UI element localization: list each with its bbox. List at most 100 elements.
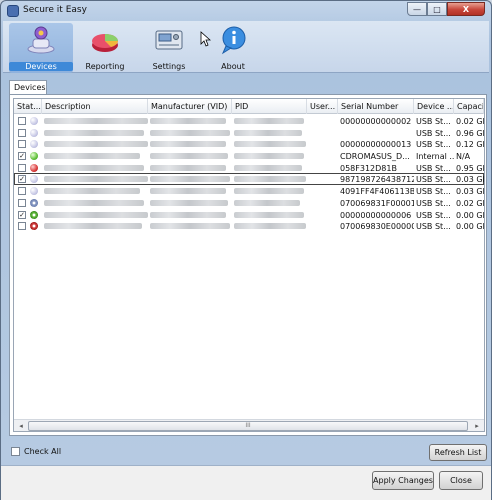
table-row[interactable]: 4091FF4F406113B6USB St... 0.03 GB <box>14 185 484 197</box>
serial-number-cell: 00000000000002 <box>340 117 412 126</box>
redacted-description <box>44 164 144 171</box>
redacted-description <box>44 141 148 148</box>
serial-number-cell <box>338 127 414 139</box>
column-header-user[interactable]: User... <box>307 99 338 114</box>
toolbar-devices-label: Devices <box>9 62 73 71</box>
toolbar-about-label: About <box>221 62 245 71</box>
minimize-button[interactable]: — <box>407 2 427 16</box>
column-header-capacity[interactable]: Capacity <box>454 99 484 114</box>
column-header-status[interactable]: Stat... <box>14 99 42 114</box>
device-type-cell: Internal ... <box>416 152 454 162</box>
redacted-manufacturer <box>150 153 228 160</box>
redacted-description <box>44 211 148 218</box>
horizontal-scrollbar[interactable]: ◂ III ▸ <box>14 419 484 431</box>
redacted-description <box>44 199 144 206</box>
redacted-pid <box>234 164 302 171</box>
status-gear-green-icon <box>30 210 38 219</box>
column-header-description[interactable]: Description <box>42 99 148 114</box>
redacted-pid <box>234 223 306 230</box>
status-grey-icon <box>30 187 38 196</box>
status-grey-icon <box>30 140 38 149</box>
close-button[interactable]: Close <box>439 471 483 490</box>
table-row[interactable]: 00000000000013 USB St... 0.12 GB <box>14 138 484 150</box>
check-all-checkbox[interactable] <box>11 447 20 456</box>
table-row[interactable]: 058F312D81B USB St... 0.95 GB <box>14 162 484 174</box>
redacted-manufacturer <box>150 176 230 183</box>
table-row[interactable]: 070069831F000012USB St... 0.02 GB <box>14 197 484 209</box>
redacted-pid <box>234 118 304 124</box>
table-row[interactable]: USB St... 0.96 GB <box>14 127 484 139</box>
scroll-thumb[interactable]: III <box>28 421 468 431</box>
row-checkbox[interactable]: ✓ <box>18 210 26 219</box>
maximize-button[interactable]: □ <box>427 2 447 16</box>
table-row[interactable]: ✓ CDROMASUS_D... Internal ... N/A <box>14 150 484 162</box>
check-all-label: Check All <box>24 447 62 456</box>
row-checkbox[interactable] <box>18 163 26 172</box>
toolbar-reporting-button[interactable]: Reporting <box>73 23 137 73</box>
column-header-manufacturer[interactable]: Manufacturer (VID) <box>148 99 232 114</box>
redacted-pid <box>234 188 304 195</box>
row-checkbox[interactable] <box>18 198 26 207</box>
capacity-cell: N/A <box>456 152 471 162</box>
capacity-cell: 0.12 GB <box>456 140 484 150</box>
redacted-manufacturer <box>150 164 226 171</box>
toolbar-devices-button[interactable]: Devices <box>9 23 73 73</box>
column-header-serial-number[interactable]: Serial Number <box>338 99 414 114</box>
device-type-cell: USB St... <box>416 163 451 173</box>
row-checkbox[interactable] <box>18 117 26 125</box>
table-header: Stat... Description Manufacturer (VID) P… <box>14 99 484 114</box>
scroll-right-arrow-icon[interactable]: ▸ <box>471 421 483 431</box>
status-red-icon <box>30 163 38 172</box>
table-row[interactable]: 00000000000002 USB St... 0.02 GB <box>14 115 484 127</box>
table-row[interactable]: ✓ 9871987264387127USB St... 0.03 GB <box>14 173 484 186</box>
redacted-manufacturer <box>150 199 228 206</box>
mouse-cursor-icon <box>200 31 211 47</box>
column-header-pid[interactable]: PID <box>232 99 307 114</box>
table-body: 00000000000002USB St...0.02 GBUSB St...0… <box>14 115 484 232</box>
check-all-control[interactable]: Check All <box>11 447 61 456</box>
redacted-manufacturer <box>150 118 226 124</box>
redacted-pid <box>234 211 304 218</box>
apply-changes-button[interactable]: Apply Changes <box>372 471 434 490</box>
refresh-list-button[interactable]: Refresh List <box>429 444 487 461</box>
status-grey-icon <box>30 128 38 137</box>
capacity-cell: 0.00 GB <box>456 210 484 220</box>
redacted-pid <box>234 153 304 160</box>
table-row[interactable]: 070069830E000004USB St... 0.00 GB <box>14 220 484 232</box>
redacted-manufacturer <box>150 223 230 230</box>
serial-number-cell: 00000000000006 <box>340 210 412 220</box>
row-checkbox[interactable]: ✓ <box>18 175 26 184</box>
row-checkbox[interactable] <box>18 128 26 137</box>
settings-panel-icon <box>155 30 183 50</box>
footer-bar: Apply Changes Close <box>1 466 491 500</box>
pie-chart-icon <box>92 34 118 52</box>
capacity-cell: 0.96 GB <box>456 128 484 138</box>
status-grey-icon <box>30 117 38 125</box>
status-green-icon <box>30 152 38 161</box>
status-gear-icon <box>30 198 38 207</box>
redacted-manufacturer <box>150 188 226 195</box>
row-checkbox[interactable] <box>18 140 26 149</box>
redacted-manufacturer <box>150 211 226 218</box>
devices-panel: Stat... Description Manufacturer (VID) P… <box>9 94 487 436</box>
window-close-button[interactable]: X <box>447 2 485 16</box>
redacted-description <box>44 129 144 136</box>
device-type-cell: USB St... <box>416 175 451 185</box>
row-checkbox[interactable]: ✓ <box>18 152 26 161</box>
window-title: Secure it Easy <box>23 5 87 15</box>
capacity-cell: 0.00 GB <box>456 222 484 232</box>
toolbar-settings-button[interactable]: Settings <box>137 23 201 73</box>
row-checkbox[interactable] <box>18 187 26 196</box>
serial-number-cell: 4091FF4F406113B6 <box>340 187 414 197</box>
redacted-description <box>44 176 148 183</box>
table-row[interactable]: ✓ 00000000000006 USB St... 0.00 GB <box>14 209 484 221</box>
row-checkbox[interactable] <box>18 222 26 231</box>
tab-devices[interactable]: Devices <box>9 80 47 95</box>
capacity-cell: 0.02 GB <box>456 117 484 126</box>
scroll-left-arrow-icon[interactable]: ◂ <box>15 421 27 431</box>
serial-number-cell: CDROMASUS_D... <box>340 152 410 162</box>
redacted-description <box>44 188 140 195</box>
toolbar-settings-label: Settings <box>152 62 186 71</box>
column-header-device-type[interactable]: Device ... <box>414 99 454 114</box>
app-icon <box>7 5 19 17</box>
